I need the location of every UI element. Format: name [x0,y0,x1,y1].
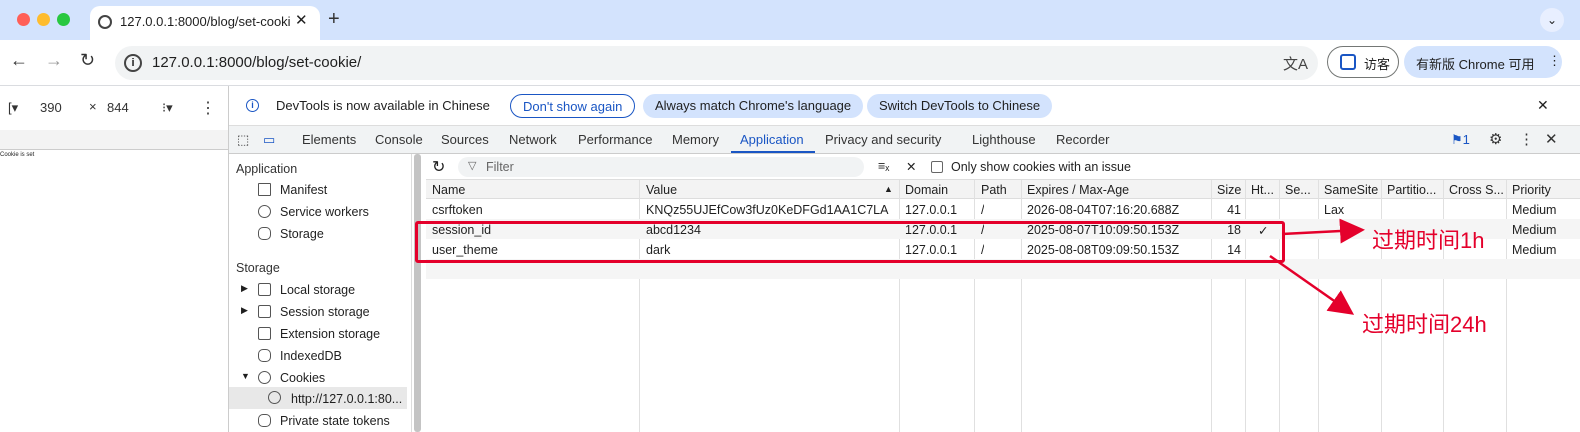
annotation-1h: 过期时间1h [1372,228,1485,253]
annotation-24h: 过期时间24h [1362,312,1487,337]
annotation-arrows [1269,218,1365,315]
arrow-to-24h [1269,254,1355,315]
arrow-to-1h [1281,218,1365,244]
